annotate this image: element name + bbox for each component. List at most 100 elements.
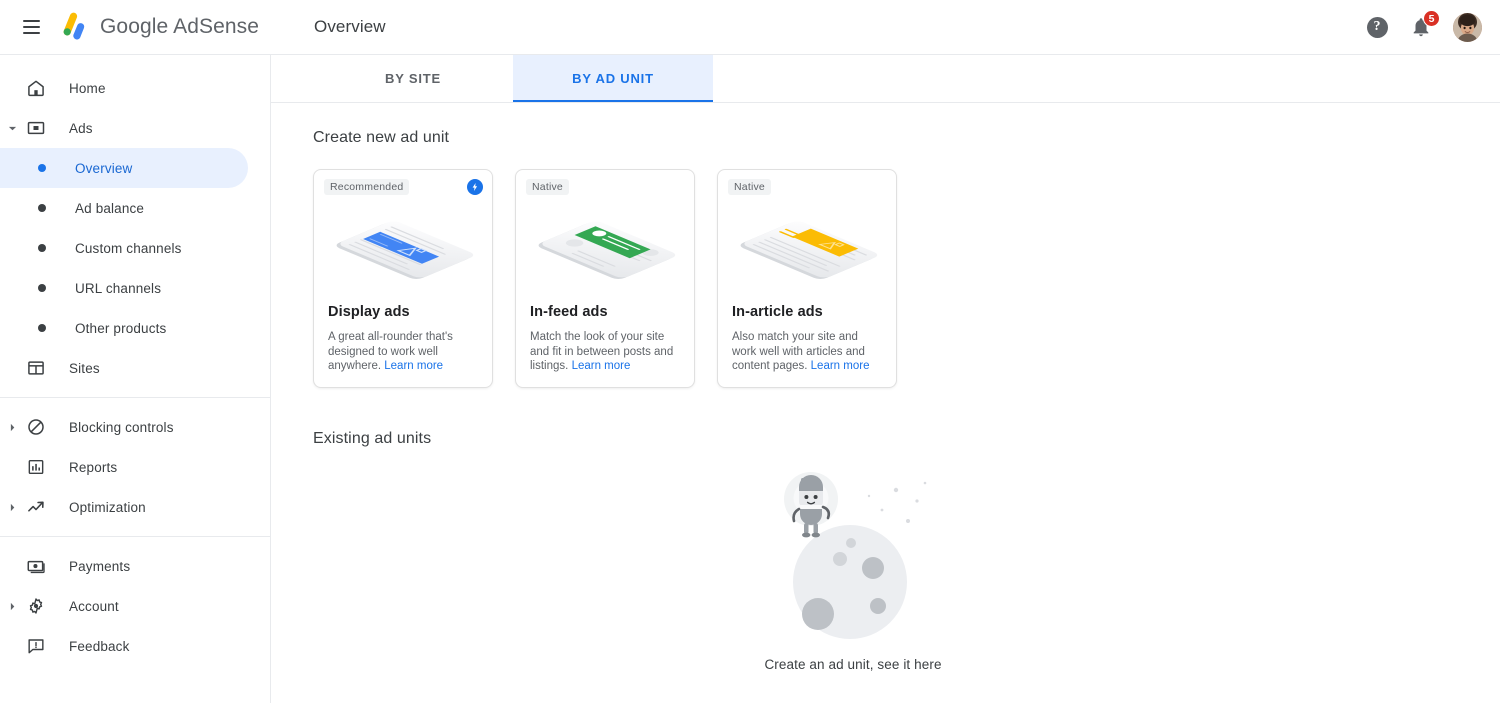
dot [38, 164, 46, 172]
brand-logo-link[interactable]: Google AdSense [57, 12, 259, 42]
ad-unit-card-in-article-ads[interactable]: Native [717, 169, 897, 388]
sidebar-item-overview[interactable]: Overview [0, 148, 248, 188]
tab-by-ad-unit[interactable]: BY AD UNIT [513, 55, 713, 102]
learn-more-link[interactable]: Learn more [384, 360, 443, 372]
hamburger-line [23, 20, 40, 22]
display-ads-phone-illustration [314, 198, 492, 303]
sidebar-item-label: Payments [69, 559, 130, 574]
bullet-dot-icon [30, 316, 54, 340]
notifications-bell-icon: 5 [1410, 16, 1432, 38]
sidebar-item-label: Home [69, 81, 106, 96]
sidebar-item-label: Sites [69, 361, 100, 376]
sidebar-item-custom-channels[interactable]: Custom channels [0, 228, 248, 268]
dot [38, 204, 46, 212]
chevron-right-icon[interactable] [4, 419, 20, 435]
tab-label: BY SITE [385, 71, 441, 86]
tab-by-site[interactable]: BY SITE [313, 55, 513, 102]
learn-more-link[interactable]: Learn more [811, 360, 870, 372]
feedback-icon [24, 634, 48, 658]
ad-unit-card-in-feed-ads[interactable]: Native [515, 169, 695, 388]
sidebar-item-home[interactable]: Home [0, 68, 248, 108]
notifications-badge: 5 [1423, 10, 1440, 27]
bullet-dot-icon [30, 276, 54, 300]
empty-state: Create an ad unit, see it here [313, 466, 1393, 672]
in-article-ads-phone-illustration [718, 198, 896, 303]
adsense-app: Google AdSense Overview ? 5 [0, 0, 1500, 703]
sidebar-item-label: Account [69, 599, 119, 614]
sidebar-item-reports[interactable]: Reports [0, 447, 248, 487]
gear-icon [24, 594, 48, 618]
hamburger-menu-icon[interactable] [14, 10, 48, 44]
card-description: Match the look of your site and fit in b… [530, 330, 682, 374]
hamburger-line [23, 26, 40, 28]
topbar-actions: ? 5 [1365, 13, 1500, 42]
card-chip: Recommended [324, 179, 409, 195]
card-title: In-feed ads [530, 304, 608, 320]
card-chip: Native [728, 179, 771, 195]
ad-unit-card-display-ads[interactable]: Recommended [313, 169, 493, 388]
sidebar-item-label: Optimization [69, 500, 146, 515]
body-wrapper: Home Ads Overvie [0, 55, 1500, 703]
tab-bar-filler [713, 55, 1500, 102]
ads-icon [24, 116, 48, 140]
sidebar-item-ad-balance[interactable]: Ad balance [0, 188, 248, 228]
content-inner: Create new ad unit Recommended [271, 103, 1500, 672]
block-icon [24, 415, 48, 439]
help-button[interactable]: ? [1365, 15, 1389, 39]
card-title: In-article ads [732, 304, 823, 320]
home-icon [24, 76, 48, 100]
top-app-bar: Google AdSense Overview ? 5 [0, 0, 1500, 55]
learn-more-link[interactable]: Learn more [572, 360, 631, 372]
existing-ad-units-heading: Existing ad units [313, 430, 1500, 448]
trending-up-icon [24, 495, 48, 519]
chevron-right-icon[interactable] [4, 499, 20, 515]
payments-money-icon [24, 554, 48, 578]
ad-unit-type-cards: Recommended [313, 169, 1500, 388]
main-content: BY SITE BY AD UNIT Create new ad unit Re… [271, 55, 1500, 703]
sidebar-item-blocking-controls[interactable]: Blocking controls [0, 407, 248, 447]
sidebar-item-other-products[interactable]: Other products [0, 308, 248, 348]
tab-bar: BY SITE BY AD UNIT [271, 55, 1500, 103]
sidebar-item-optimization[interactable]: Optimization [0, 487, 248, 527]
sidebar-item-ads[interactable]: Ads [0, 108, 248, 148]
sidebar-item-label: Other products [75, 321, 166, 336]
chevron-right-icon[interactable] [4, 598, 20, 614]
sidebar-item-label: Custom channels [75, 241, 182, 256]
spark-bolt-icon [467, 179, 483, 195]
sidebar-item-feedback[interactable]: Feedback [0, 626, 248, 666]
sites-icon [24, 356, 48, 380]
sidebar-item-label: Ad balance [75, 201, 144, 216]
sidebar-item-payments[interactable]: Payments [0, 546, 248, 586]
astronaut-on-moon-illustration [768, 466, 938, 651]
card-description: Also match your site and work well with … [732, 330, 884, 374]
brand-title: Google AdSense [100, 15, 259, 39]
notifications-button[interactable]: 5 [1409, 15, 1433, 39]
card-chip: Native [526, 179, 569, 195]
sidebar-nav: Home Ads Overvie [0, 55, 271, 703]
sidebar-item-url-channels[interactable]: URL channels [0, 268, 248, 308]
empty-state-text: Create an ad unit, see it here [764, 657, 941, 672]
adsense-logo-icon [57, 12, 93, 42]
sidebar-item-label: Ads [69, 121, 93, 136]
sidebar-divider [0, 536, 270, 537]
reports-bar-chart-icon [24, 455, 48, 479]
page-title: Overview [314, 17, 386, 37]
sidebar-item-label: Reports [69, 460, 117, 475]
sidebar-item-account[interactable]: Account [0, 586, 248, 626]
bullet-dot-icon [30, 156, 54, 180]
sidebar-item-sites[interactable]: Sites [0, 348, 248, 388]
dot [38, 284, 46, 292]
topbar-brand-area: Google AdSense [0, 0, 271, 54]
hamburger-line [23, 32, 40, 34]
card-title: Display ads [328, 304, 410, 320]
sidebar-item-label: Feedback [69, 639, 130, 654]
in-feed-ads-phone-illustration [516, 198, 694, 303]
chevron-down-icon[interactable] [4, 120, 20, 136]
sidebar-item-label: Blocking controls [69, 420, 174, 435]
sidebar-item-label: Overview [75, 161, 132, 176]
bullet-dot-icon [30, 196, 54, 220]
sidebar-item-label: URL channels [75, 281, 161, 296]
bullet-dot-icon [30, 236, 54, 260]
avatar[interactable] [1453, 13, 1482, 42]
create-ad-unit-heading: Create new ad unit [313, 129, 1500, 147]
